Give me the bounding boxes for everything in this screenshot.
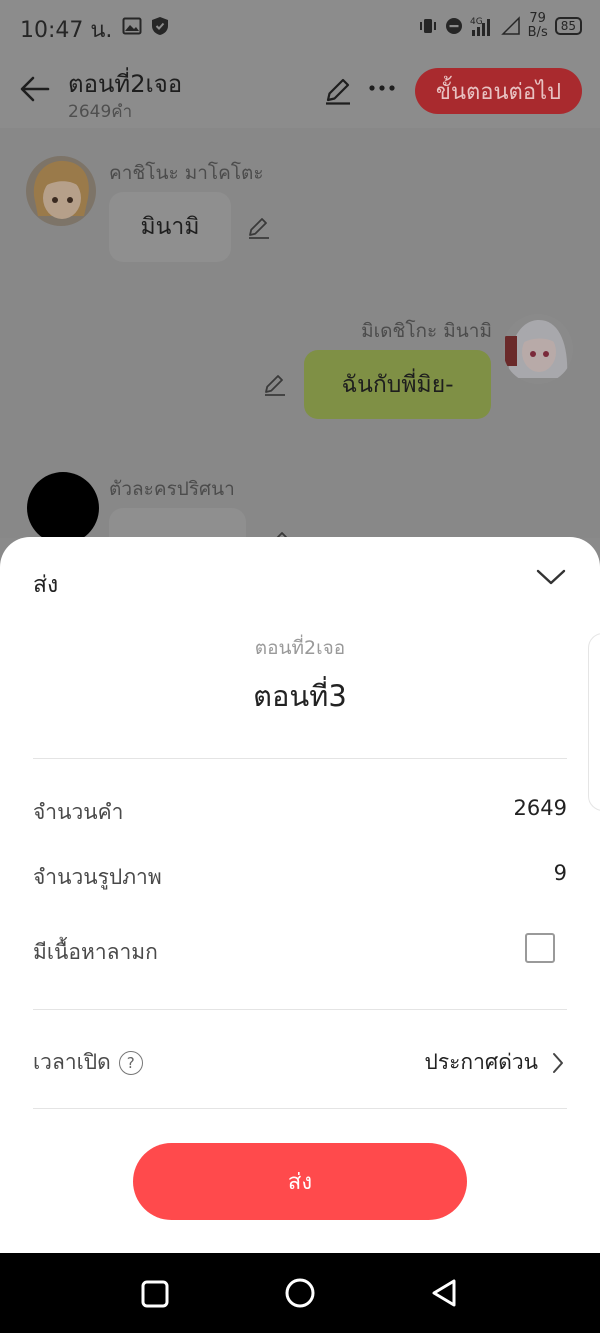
edit-message-button[interactable] [246,214,272,244]
image-count-value: 9 [553,861,567,885]
avatar[interactable] [27,472,99,538]
arrow-left-icon [20,76,50,102]
image-count-label: จำนวนรูปภาพ [33,865,162,889]
vibrate-icon [419,19,436,33]
open-time-label: เวลาเปิด ? [33,1046,143,1079]
open-time-value: ประกาศด่วน [424,1050,538,1074]
sheet-title: ส่ง [33,572,59,598]
status-notification-icons [122,16,170,36]
divider [33,1108,567,1109]
word-count-label: จำนวนคำ [33,800,124,824]
signal-empty-icon [500,16,520,35]
avatar[interactable] [503,314,573,384]
character-avatar-icon [26,156,96,226]
more-options-button[interactable] [368,74,396,108]
chevron-right-icon [553,1052,563,1073]
signal-4g-icon: 4G [470,17,490,36]
word-count-value: 2649 [513,796,567,820]
status-system-icons: 4G 79 B/s 85 [418,12,582,40]
message-bubble[interactable]: มินามิ [109,192,231,262]
recents-button[interactable] [140,1279,170,1313]
chat-area: คาชิโนะ มาโคโตะ มินามิ มิเดชิโกะ มินามิ … [0,128,600,538]
chevron-down-icon [536,569,566,585]
divider [33,758,567,759]
do-not-disturb-icon [445,18,462,34]
mature-content-checkbox[interactable] [525,933,555,963]
next-step-button[interactable]: ขั้นตอนต่อไป [415,68,582,114]
divider [33,1009,567,1010]
chapter-word-count: 2649คำ [68,102,133,122]
character-avatar-icon [503,314,573,384]
collapse-sheet-button[interactable] [536,567,566,591]
open-time-selector[interactable]: ประกาศด่วน [424,1046,564,1079]
avatar[interactable] [26,156,96,226]
message-sender-name: มิเดชิโกะ มินามิ [361,320,492,342]
back-button[interactable] [18,72,52,110]
gallery-icon [122,17,142,35]
send-button[interactable]: ส่ง [133,1143,467,1220]
back-nav-button[interactable] [428,1277,460,1313]
pencil-icon [249,218,269,239]
message-sender-name: คาชิโนะ มาโคโตะ [109,162,264,184]
system-navigation-bar [0,1253,600,1333]
message-bubble[interactable] [109,508,246,538]
edit-message-button[interactable] [262,371,288,401]
message-sender-name: ตัวละครปริศนา [109,478,235,500]
publish-bottom-sheet: ส่ง ตอนที่2เจอ ตอนที่3 จำนวนคำ 2649 จำนว… [0,537,600,1253]
svg-text:4G: 4G [470,17,483,27]
circle-icon [285,1278,315,1308]
pencil-icon [265,375,285,396]
battery-indicator: 85 [554,17,582,35]
status-bar: 10:47 น. 4G 79 B/s 85 [0,0,600,56]
shield-icon [152,17,168,35]
triangle-back-icon [432,1279,456,1307]
network-speed: 79 B/s [527,11,548,40]
square-icon [141,1280,169,1308]
more-horizontal-icon [369,85,395,91]
episode-subtitle: ตอนที่2เจอ [254,637,346,659]
mature-content-label: มีเนื้อหาลามก [33,940,158,964]
question-circle-icon[interactable]: ? [118,1050,143,1075]
message-bubble[interactable]: ฉันกับพี่มิย- [304,350,491,419]
status-time: 10:47 น. [20,18,113,43]
pencil-icon [326,78,350,105]
home-button[interactable] [284,1277,316,1313]
episode-title: ตอนที่3 [253,679,347,713]
app-bar: ตอนที่2เจอ 2649คำ ขั้นตอนต่อไป [0,56,600,128]
edit-button[interactable] [322,74,354,110]
